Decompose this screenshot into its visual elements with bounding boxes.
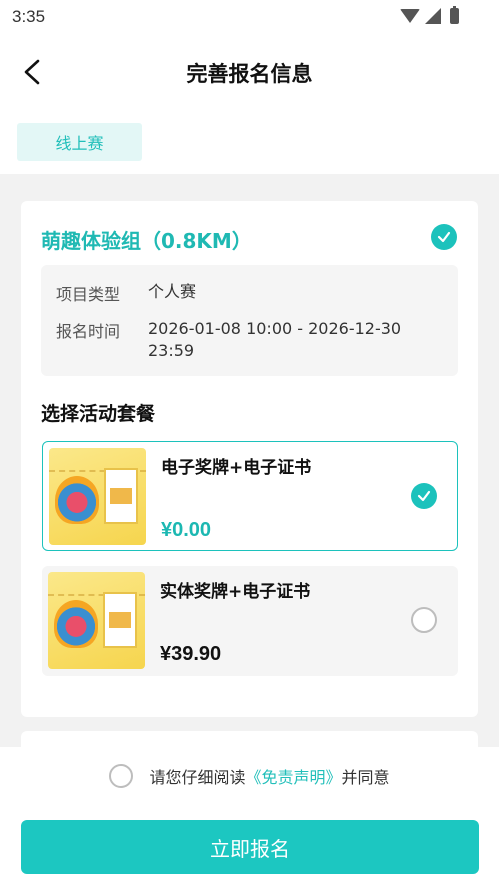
agreement-row: 请您仔细阅读 《免责声明》 并同意 — [0, 764, 499, 788]
package-price: ¥39.90 — [160, 643, 222, 665]
nav-bar: 完善报名信息 — [0, 36, 499, 108]
package-name: 电子奖牌+电子证书 — [161, 458, 312, 478]
group-card: 萌趣体验组（0.8KM） 项目类型 个人赛 报名时间 2026-01-08 10… — [21, 201, 478, 717]
bottom-action-area: 请您仔细阅读 《免责声明》 并同意 立即报名 — [0, 747, 499, 887]
submit-button[interactable]: 立即报名 — [21, 820, 479, 874]
package-name: 实体奖牌+电子证书 — [160, 582, 311, 602]
package-thumbnail — [48, 572, 145, 669]
check-circle-icon[interactable] — [411, 483, 437, 509]
signal-icon — [425, 8, 441, 24]
agreement-suffix: 并同意 — [341, 768, 390, 787]
info-value: 2026-01-08 10:00 - 2026-12-30 23:59 — [148, 319, 402, 360]
info-row-time: 报名时间 2026-01-08 10:00 - 2026-12-30 23:59 — [56, 318, 418, 362]
page-title: 完善报名信息 — [186, 62, 313, 86]
tab-online-race[interactable]: 线上赛 — [17, 123, 142, 161]
group-info-box: 项目类型 个人赛 报名时间 2026-01-08 10:00 - 2026-12… — [41, 265, 458, 376]
package-option-physical[interactable]: 实体奖牌+电子证书 ¥39.90 — [42, 566, 458, 676]
group-title: 萌趣体验组（0.8KM） — [41, 229, 252, 253]
package-option-digital[interactable]: 电子奖牌+电子证书 ¥0.00 — [42, 441, 458, 551]
tab-area: 线上赛 — [0, 108, 499, 174]
agree-radio-icon[interactable] — [109, 764, 134, 788]
status-icons — [400, 6, 459, 24]
agreement-prefix: 请您仔细阅读 — [149, 768, 246, 787]
status-bar: 3:35 — [0, 0, 499, 36]
group-check-icon[interactable] — [431, 224, 457, 250]
disclaimer-link[interactable]: 《免责声明》 — [245, 764, 341, 788]
info-row-type: 项目类型 个人赛 — [56, 281, 418, 305]
status-time: 3:35 — [12, 7, 46, 26]
info-value: 个人赛 — [148, 282, 197, 301]
wifi-icon — [400, 9, 420, 23]
radio-unchecked-icon[interactable] — [411, 607, 437, 633]
packages-section-title: 选择活动套餐 — [41, 403, 156, 425]
package-price: ¥0.00 — [161, 519, 212, 541]
info-label: 报名时间 — [56, 322, 121, 341]
package-thumbnail — [49, 448, 146, 545]
battery-icon — [450, 6, 459, 24]
info-label: 项目类型 — [56, 285, 121, 304]
